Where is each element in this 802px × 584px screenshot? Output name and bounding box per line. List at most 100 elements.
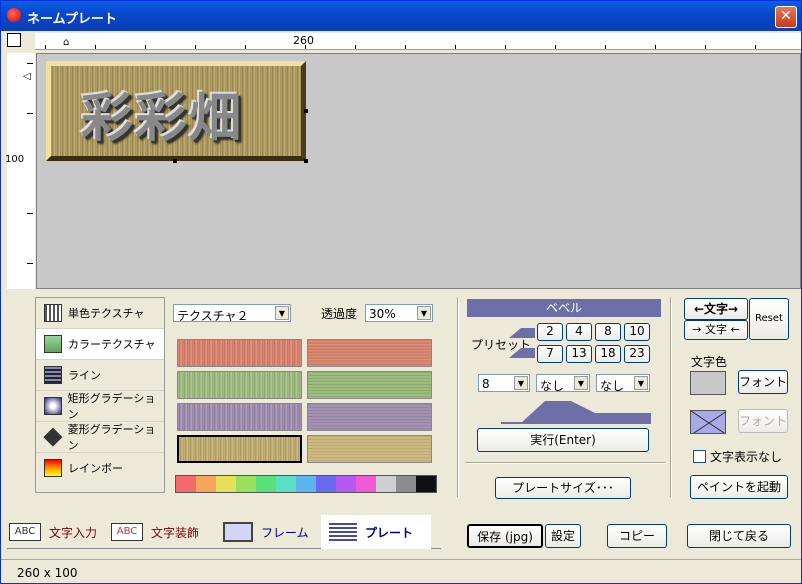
divider <box>457 297 459 497</box>
no-color-swatch-icon[interactable] <box>690 410 726 434</box>
ruler-marker-icon[interactable]: ⌂ <box>63 37 69 48</box>
plate-canvas[interactable]: 彩彩畑 <box>36 53 801 289</box>
texture-mode-rect-gradient[interactable]: 矩形グラデーション <box>36 391 164 422</box>
window-title: ネームプレート <box>27 12 117 27</box>
tab-label: 文字入力 <box>49 525 98 540</box>
settings-button[interactable]: 設定 <box>545 524 581 548</box>
ruler-tick <box>45 45 46 49</box>
texture-swatch[interactable] <box>177 371 302 399</box>
text-inward-button[interactable]: → 文字 ← <box>684 320 748 340</box>
color-texture-icon <box>44 335 62 353</box>
text-left-right-button[interactable]: ←文字→ <box>684 298 748 320</box>
texture-mode-line[interactable]: ライン <box>36 360 164 391</box>
preset-button-23[interactable]: 23 <box>624 345 650 363</box>
tab-plate-active[interactable]: プレート <box>321 515 431 549</box>
ruler-tick <box>655 45 656 49</box>
ruler-corner-button[interactable] <box>7 33 21 47</box>
chevron-down-icon[interactable]: ▼ <box>514 376 528 390</box>
palette-color[interactable] <box>416 476 436 492</box>
bevel-style-select[interactable]: なし ▼ <box>536 374 590 393</box>
copy-button[interactable]: コピー <box>607 524 667 548</box>
hide-text-checkbox[interactable] <box>693 450 706 463</box>
texture-swatch[interactable] <box>307 403 432 431</box>
chevron-down-icon[interactable]: ▼ <box>275 306 289 320</box>
palette-color[interactable] <box>376 476 396 492</box>
texture-select[interactable]: テクスチャ２ ▼ <box>173 304 291 323</box>
texture-swatch[interactable] <box>307 339 432 367</box>
ruler-tick <box>405 45 406 49</box>
solid-texture-icon <box>44 304 62 322</box>
color-palette[interactable] <box>175 475 437 493</box>
font-button-disabled: フォント <box>738 409 788 433</box>
opacity-value: 30% <box>369 307 396 321</box>
texture-select-value: テクスチャ２ <box>177 309 249 323</box>
preset-button-18[interactable]: 18 <box>595 345 621 363</box>
execute-button[interactable]: 実行(Enter) <box>477 428 649 452</box>
ruler-tick <box>755 45 756 49</box>
preset-button-13[interactable]: 13 <box>566 345 592 363</box>
texture-swatch[interactable] <box>307 371 432 399</box>
bevel-header: ベベル <box>467 299 661 317</box>
launch-paint-button[interactable]: ペイントを起動 <box>690 475 788 499</box>
preset-button-10[interactable]: 10 <box>624 323 650 341</box>
title-bar[interactable]: ネームプレート ✕ <box>1 1 801 31</box>
palette-color[interactable] <box>296 476 316 492</box>
close-and-return-button[interactable]: 閉じて戻る <box>687 524 791 548</box>
texture-mode-rainbow[interactable]: レインボー <box>36 453 164 483</box>
close-button[interactable]: ✕ <box>775 6 797 28</box>
text-color-swatch[interactable] <box>690 371 726 395</box>
chevron-down-icon[interactable]: ▼ <box>634 376 648 390</box>
preset-button-2[interactable]: 2 <box>537 323 563 341</box>
bevel-edge-select[interactable]: なし ▼ <box>596 374 650 393</box>
ruler-tick <box>705 45 706 49</box>
name-plate[interactable]: 彩彩畑 <box>46 61 306 161</box>
ruler-tick <box>605 45 606 49</box>
plate-text: 彩彩畑 <box>81 89 244 149</box>
preset-button-8[interactable]: 8 <box>595 323 621 341</box>
palette-color[interactable] <box>356 476 376 492</box>
texture-mode-color[interactable]: カラーテクスチャ <box>36 329 164 360</box>
font-button[interactable]: フォント <box>738 370 788 394</box>
resize-handle[interactable] <box>173 159 177 163</box>
tab-text-input[interactable]: ABC 文字入力 <box>9 515 109 549</box>
texture-swatch[interactable] <box>177 339 302 367</box>
texture-mode-solid[interactable]: 単色テクスチャ <box>36 298 164 329</box>
palette-color[interactable] <box>336 476 356 492</box>
palette-color[interactable] <box>276 476 296 492</box>
ruler-marker-icon[interactable]: ◁ <box>23 71 31 82</box>
texture-mode-label: 単色テクスチャ <box>68 307 145 320</box>
texture-swatch[interactable] <box>307 435 432 463</box>
plate-size-button[interactable]: プレートサイズ･･･ <box>495 477 631 499</box>
tab-frame[interactable]: フレーム <box>223 515 323 549</box>
palette-color[interactable] <box>316 476 336 492</box>
preset-button-7[interactable]: 7 <box>537 345 563 363</box>
hide-text-label: 文字表示なし <box>710 450 783 464</box>
v-ruler-label: 100 <box>5 154 25 165</box>
texture-mode-label: ライン <box>68 369 101 382</box>
resize-handle[interactable] <box>304 109 308 113</box>
palette-color[interactable] <box>196 476 216 492</box>
ruler-tick <box>145 45 146 49</box>
tab-text-decoration[interactable]: ABC 文字装飾 <box>111 515 215 549</box>
rect-gradient-icon <box>44 397 62 415</box>
palette-color[interactable] <box>176 476 196 492</box>
texture-mode-diamond-gradient[interactable]: 菱形グラデーション <box>36 422 164 453</box>
opacity-select[interactable]: 30% ▼ <box>365 304 433 322</box>
reset-button[interactable]: Reset <box>749 298 789 340</box>
texture-swatch-selected[interactable] <box>177 435 302 463</box>
palette-color[interactable] <box>396 476 416 492</box>
h-ruler-label: 260 <box>293 34 314 47</box>
palette-color[interactable] <box>236 476 256 492</box>
palette-color[interactable] <box>216 476 236 492</box>
texture-swatch[interactable] <box>177 403 302 431</box>
palette-color[interactable] <box>256 476 276 492</box>
chevron-down-icon[interactable]: ▼ <box>417 306 431 320</box>
ruler-tick <box>245 45 246 49</box>
texture-mode-label: レインボー <box>68 462 123 475</box>
bevel-width-select[interactable]: 8 ▼ <box>478 374 530 392</box>
line-icon <box>44 366 62 384</box>
save-jpg-button[interactable]: 保存 (jpg) <box>467 524 543 548</box>
preset-button-4[interactable]: 4 <box>566 323 592 341</box>
resize-handle[interactable] <box>304 159 308 163</box>
chevron-down-icon[interactable]: ▼ <box>574 376 588 390</box>
